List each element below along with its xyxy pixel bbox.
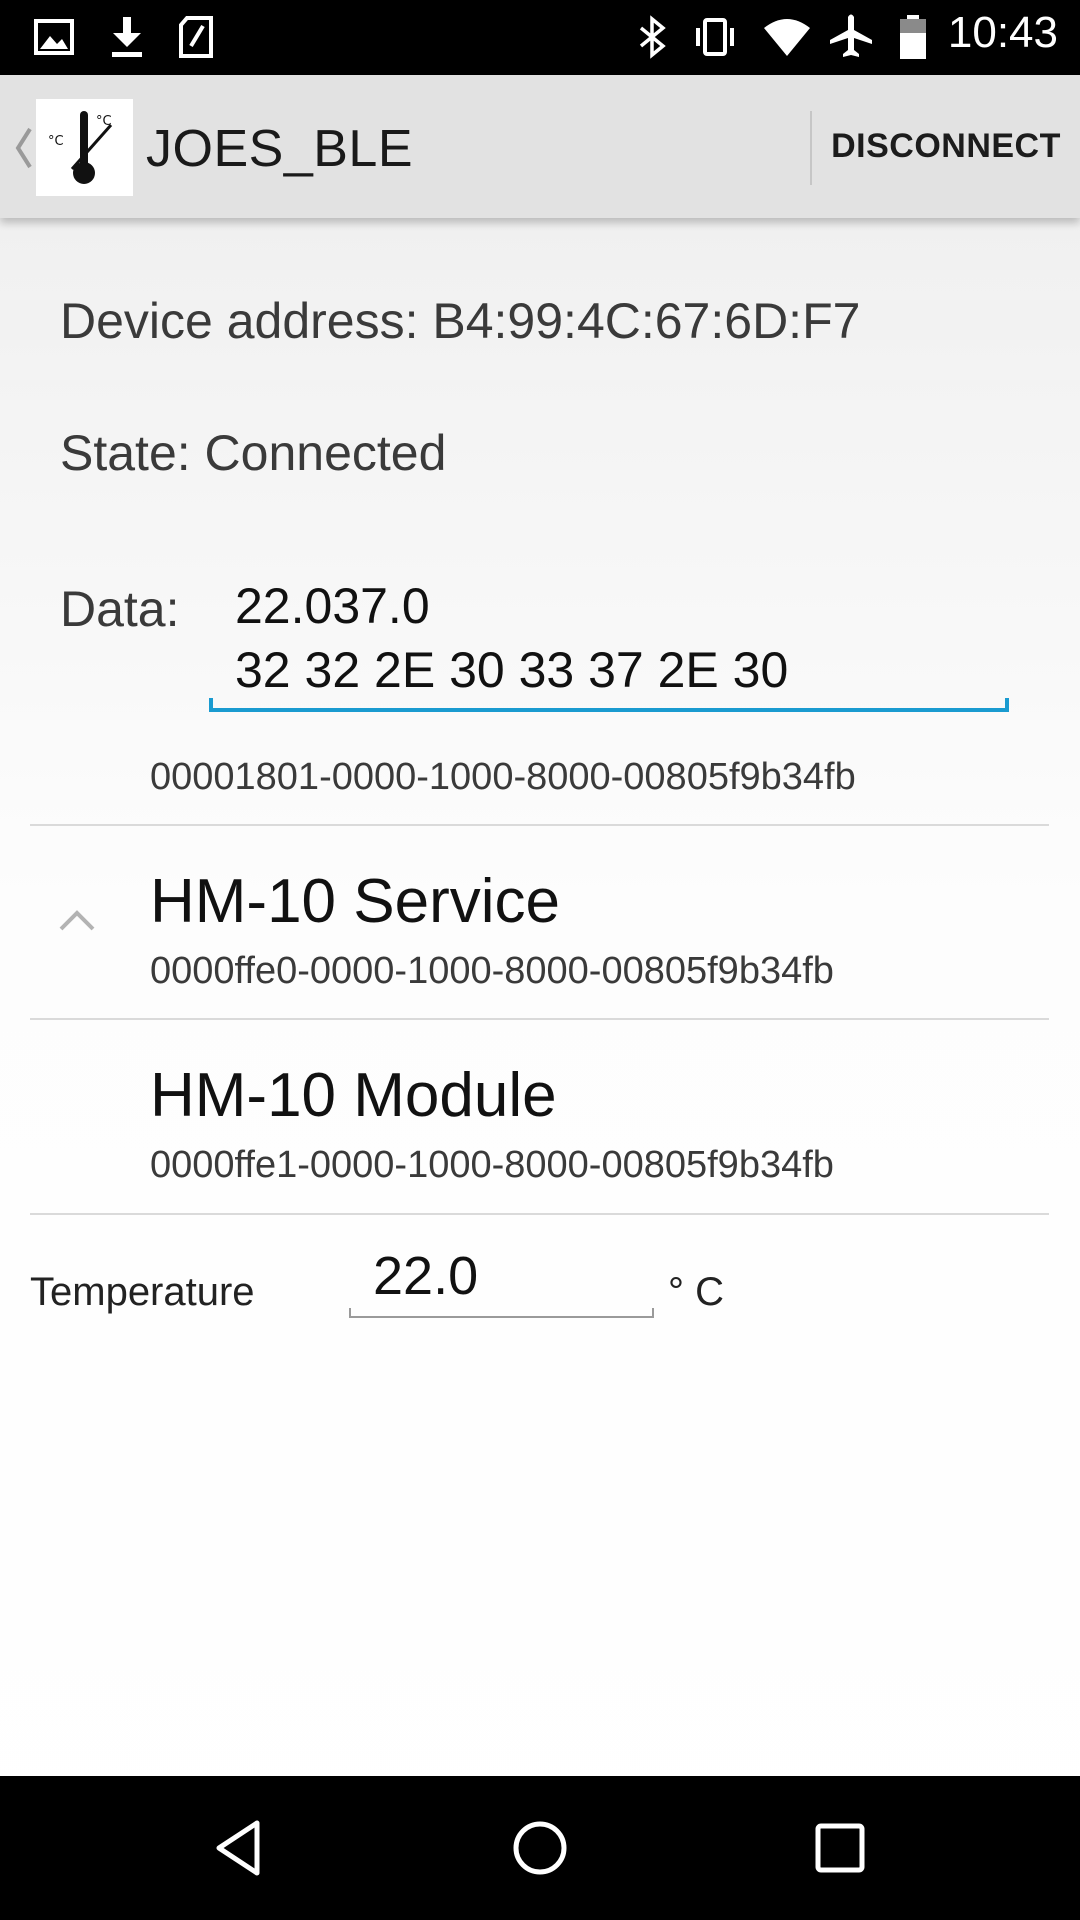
home-icon[interactable] bbox=[505, 1813, 575, 1883]
navigation-bar bbox=[0, 1776, 1080, 1920]
image-icon bbox=[34, 19, 74, 55]
list-divider bbox=[30, 1213, 1049, 1215]
temperature-underline bbox=[349, 1308, 654, 1318]
action-bar: °C °C JOES_BLE DISCONNECT bbox=[0, 75, 1080, 218]
data-value-line1: 22.037.0 bbox=[235, 578, 430, 634]
vibrate-icon bbox=[696, 18, 734, 56]
airplane-icon bbox=[830, 14, 872, 57]
characteristic-title[interactable]: HM-10 Module bbox=[150, 1060, 557, 1131]
thermometer-icon: °C °C bbox=[48, 111, 113, 184]
temperature-input[interactable]: 22.0 bbox=[373, 1245, 478, 1307]
data-label: Data: bbox=[60, 581, 180, 637]
connection-state: State: Connected bbox=[60, 425, 447, 481]
chevron-up-icon[interactable] bbox=[55, 905, 99, 935]
temperature-unit: ° C bbox=[668, 1270, 724, 1314]
battery-icon bbox=[900, 15, 926, 59]
service-title[interactable]: HM-10 Service bbox=[150, 866, 560, 937]
data-field-underline bbox=[209, 698, 1009, 712]
up-navigation-icon[interactable] bbox=[10, 123, 36, 173]
disconnect-button[interactable]: DISCONNECT bbox=[812, 75, 1080, 218]
device-address: Device address: B4:99:4C:67:6D:F7 bbox=[60, 293, 861, 349]
bluetooth-icon bbox=[639, 15, 666, 59]
app-icon-unit-right: °C bbox=[96, 114, 112, 129]
service-uuid: 0000ffe0-0000-1000-8000-00805f9b34fb bbox=[150, 950, 834, 992]
data-field[interactable]: 22.037.0 32 32 2E 30 33 37 2E 30 bbox=[235, 574, 788, 702]
app-icon-unit-left: °C bbox=[48, 134, 64, 149]
characteristic-uuid: 0000ffe1-0000-1000-8000-00805f9b34fb bbox=[150, 1144, 834, 1186]
app-title: JOES_BLE bbox=[146, 120, 414, 178]
sd-card-icon bbox=[179, 16, 213, 58]
wifi-icon bbox=[764, 19, 810, 56]
app-logo[interactable]: °C °C bbox=[36, 99, 133, 196]
service-uuid[interactable]: 00001801-0000-1000-8000-00805f9b34fb bbox=[150, 756, 856, 799]
recents-icon[interactable] bbox=[805, 1813, 875, 1883]
list-divider bbox=[30, 1018, 1049, 1020]
clock: 10:43 bbox=[947, 8, 1058, 57]
download-icon bbox=[112, 17, 142, 57]
list-divider bbox=[30, 824, 1049, 826]
back-icon[interactable] bbox=[205, 1813, 275, 1883]
data-value-line2: 32 32 2E 30 33 37 2E 30 bbox=[235, 642, 789, 698]
temperature-label: Temperature bbox=[30, 1270, 255, 1314]
status-bar: 10:43 bbox=[0, 0, 1080, 75]
